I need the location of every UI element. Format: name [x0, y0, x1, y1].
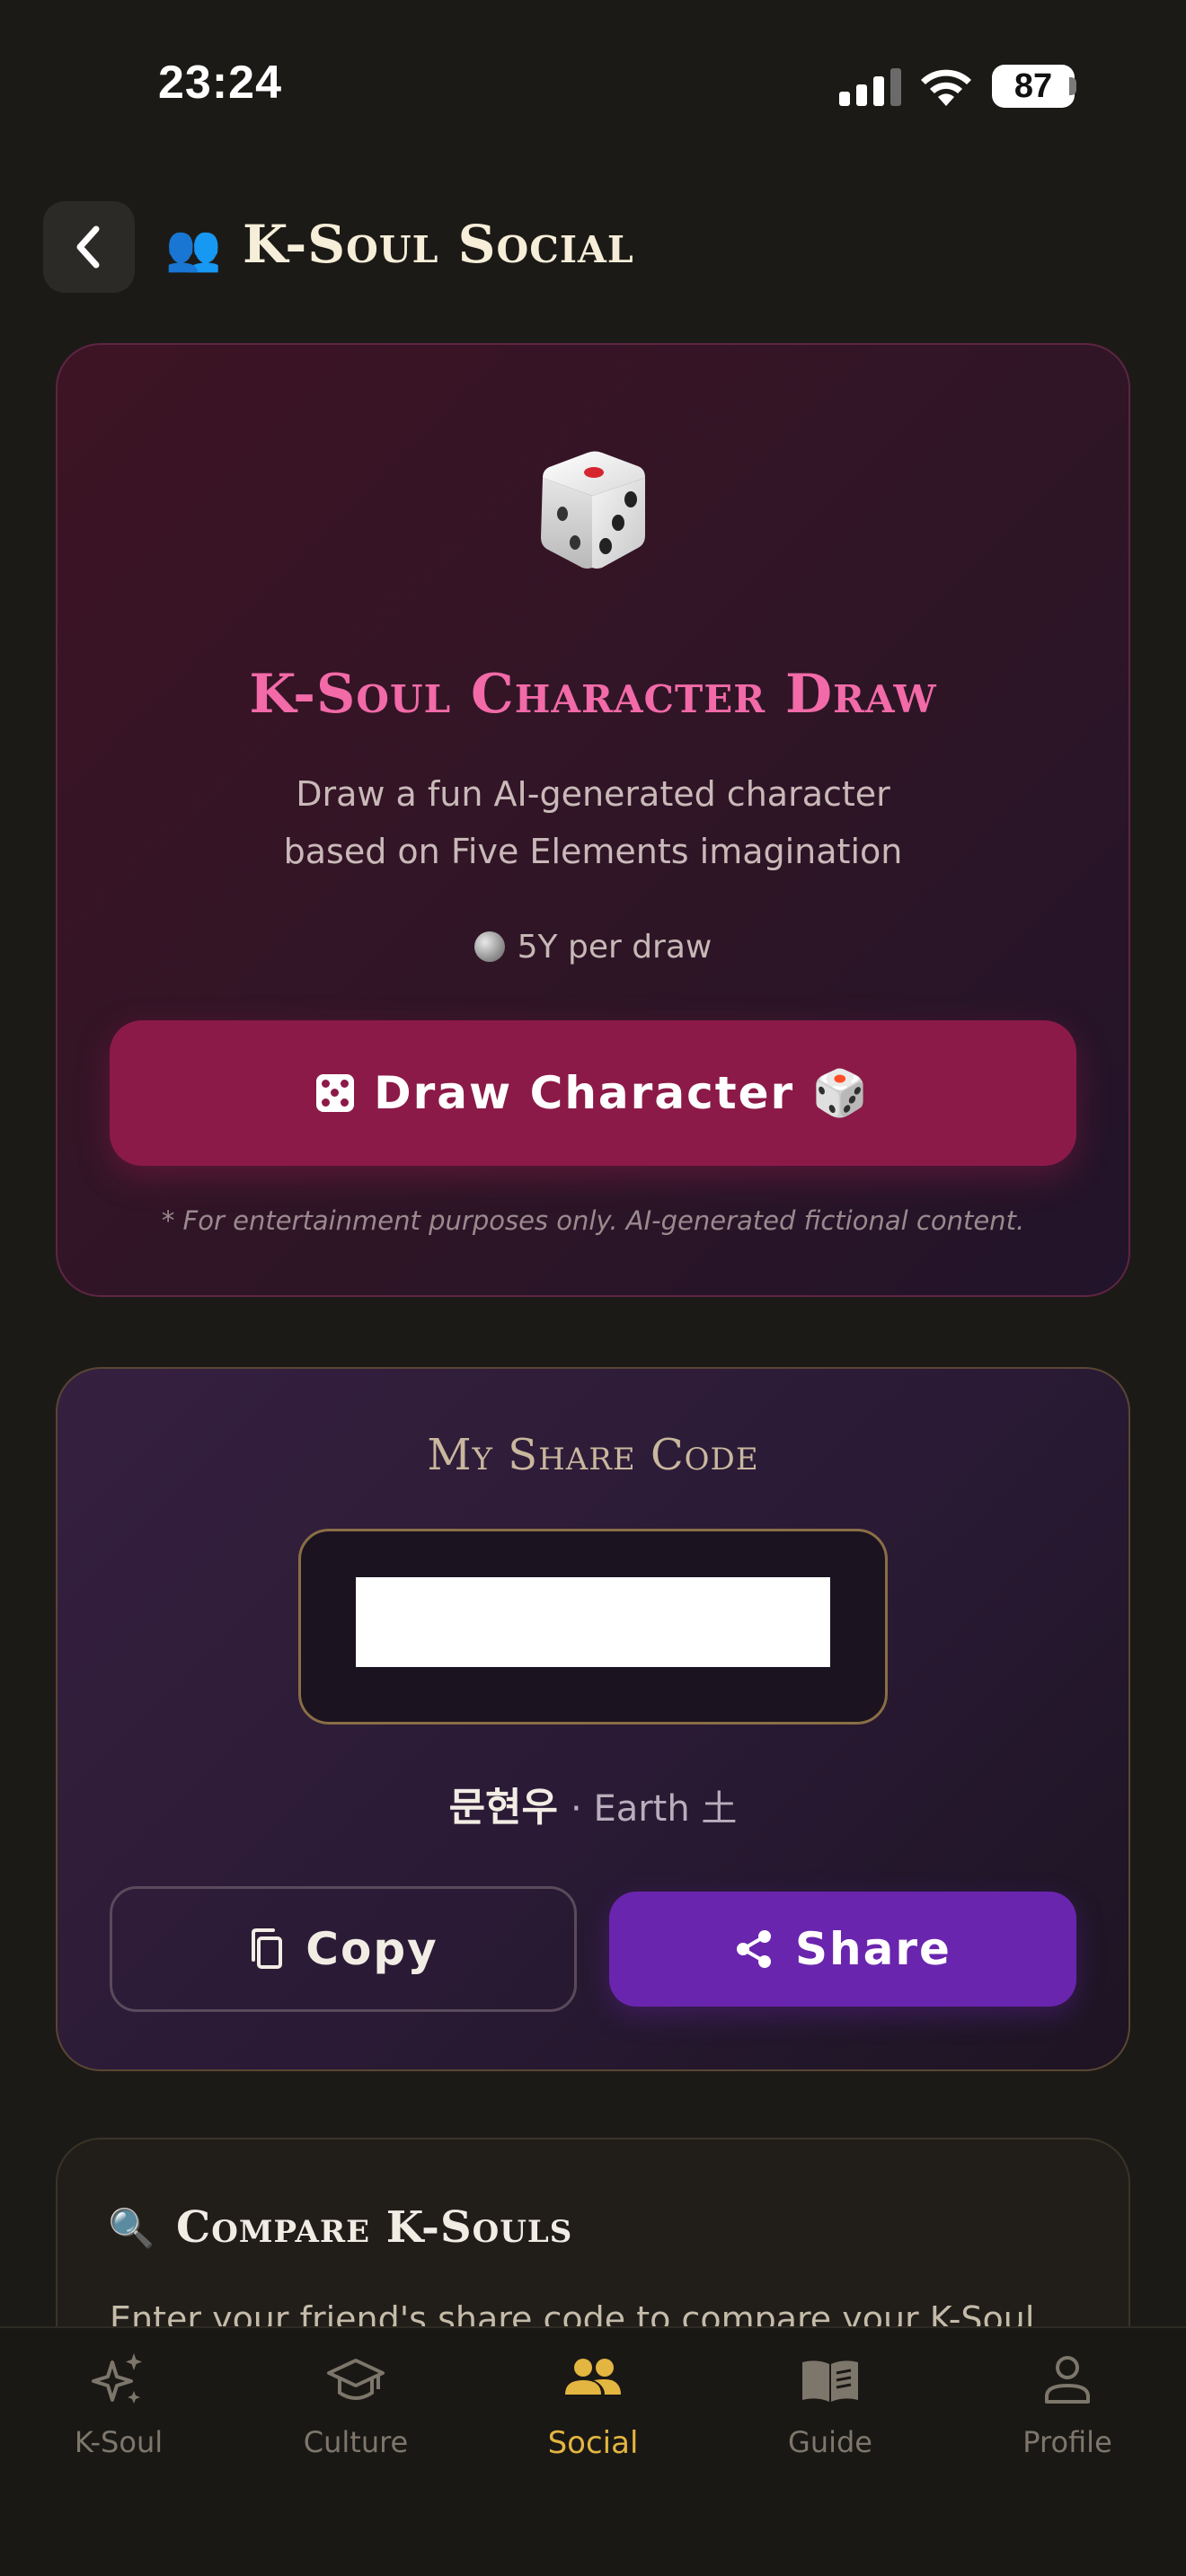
dice-icon: [541, 451, 645, 569]
moon-coin-icon: [474, 931, 505, 962]
person-icon: [1045, 2356, 1090, 2404]
user-name-line: 문현우 · Earth 土: [56, 1775, 1130, 1832]
cellular-signal-icon: [839, 66, 902, 106]
sparkles-icon: [92, 2353, 142, 2404]
share-card-title: My Share Code: [427, 1430, 759, 1480]
people-icon: [565, 2359, 621, 2395]
compare-card-title: Compare K-Souls: [176, 2202, 573, 2253]
page-title: K-Soul Social: [243, 214, 634, 275]
search-icon: 🔍: [108, 2206, 155, 2250]
user-element: · Earth 土: [571, 1788, 738, 1830]
copy-label: Copy: [305, 1923, 438, 1975]
draw-description-line-2: based on Five Elements imagination: [283, 832, 903, 871]
back-button[interactable]: [43, 201, 135, 293]
tab-culture[interactable]: Culture: [237, 2339, 474, 2483]
tab-label-culture: Culture: [303, 2425, 409, 2459]
tab-k-soul[interactable]: K-Soul: [0, 2339, 237, 2483]
tab-guide[interactable]: Guide: [712, 2339, 949, 2483]
battery-indicator: 87: [992, 65, 1075, 108]
status-time: 23:24: [158, 57, 282, 109]
draw-card-description: Draw a fun AI-generated character based …: [56, 765, 1130, 880]
tab-label-social: Social: [547, 2425, 639, 2461]
tab-social[interactable]: Social: [474, 2339, 712, 2483]
draw-disclaimer: * For entertainment purposes only. AI-ge…: [161, 1205, 1025, 1236]
tab-label-k-soul: K-Soul: [74, 2425, 164, 2459]
copy-icon: [252, 1928, 283, 1969]
draw-character-button[interactable]: Draw Character 🎲: [110, 1020, 1076, 1166]
die-face-icon: [316, 1074, 355, 1112]
copy-button[interactable]: Copy: [110, 1886, 577, 2012]
user-name: 문현우: [448, 1785, 559, 1831]
battery-nub: [1069, 77, 1076, 95]
people-emoji-icon: 👥: [165, 222, 222, 274]
share-icon: [737, 1930, 772, 1968]
draw-cost-label: 5Y per draw: [517, 929, 712, 966]
draw-card-title: K-Soul Character Draw: [249, 663, 937, 726]
wifi-icon: [921, 69, 971, 106]
graduation-cap-icon: [327, 2359, 385, 2400]
chevron-left-icon: [76, 225, 100, 269]
tab-profile[interactable]: Profile: [949, 2339, 1186, 2483]
book-icon: [802, 2360, 858, 2402]
tab-label-guide: Guide: [788, 2425, 872, 2459]
share-code-value: [356, 1577, 830, 1667]
draw-character-label: Draw Character 🎲: [374, 1066, 870, 1119]
draw-cost: 5Y per draw: [56, 929, 1130, 966]
tab-label-profile: Profile: [1022, 2425, 1112, 2459]
share-button[interactable]: Share: [609, 1892, 1076, 2007]
share-label: Share: [795, 1923, 951, 1975]
draw-description-line-1: Draw a fun AI-generated character: [296, 774, 890, 814]
